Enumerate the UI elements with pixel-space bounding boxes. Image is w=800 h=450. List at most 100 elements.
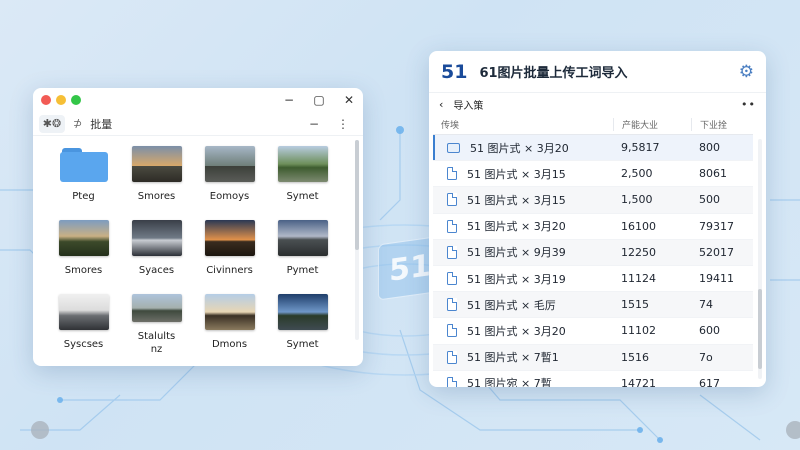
cell-speed: 74: [699, 298, 713, 312]
grid-item-label: Smores: [64, 265, 103, 276]
thumbnail-grid: Pteg Smores Eomoys Symet Smores Syaces C…: [47, 144, 347, 356]
right-scrollbar[interactable]: [758, 139, 762, 379]
grid-item-label: Symet: [286, 339, 319, 350]
close-button[interactable]: ✕: [343, 93, 355, 107]
table-row[interactable]: 51 图片式 × 3月20 16100 79317: [433, 214, 753, 240]
table-row[interactable]: 51 图片宛 × 7暫 14721 617: [433, 371, 753, 387]
cell-name: 51 图片式 × 3月20: [433, 218, 613, 234]
cell-size: 11124: [621, 272, 656, 286]
pin-icon[interactable]: ⊅: [73, 117, 82, 130]
grid-item-label: Pteg: [72, 191, 95, 202]
grid-item[interactable]: Dmons: [193, 292, 266, 356]
gear-icon[interactable]: ⚙: [739, 62, 754, 82]
left-toolbar: ✱❂ ⊅ 批量 − ⋮: [33, 112, 363, 136]
cell-size: 2,500: [621, 167, 653, 181]
window-controls: − ▢ ✕: [283, 93, 355, 107]
cell-speed: 19411: [699, 272, 734, 286]
image-thumbnail: [131, 220, 182, 256]
column-header-name[interactable]: 传埃: [433, 118, 613, 131]
file-icon: [447, 272, 457, 286]
cell-size: 11102: [621, 324, 656, 338]
table-row[interactable]: 51 图片式 × 毛厉 1515 74: [433, 292, 753, 319]
table-row[interactable]: 51 图片式 × 3月20 11102 600: [433, 318, 753, 345]
more-options-icon[interactable]: ••: [741, 98, 756, 111]
scrollbar-thumb[interactable]: [758, 289, 762, 369]
file-name: 51 图片式 × 3月15: [467, 193, 566, 207]
upload-header: 51 61图片批量上传工词导入 ⚙: [429, 51, 766, 93]
image-thumbnail: [277, 220, 328, 256]
file-icon: [447, 376, 457, 387]
table-row[interactable]: 51 图片式 × 9月39 12250 52017: [433, 239, 753, 266]
upload-window: 51 61图片批量上传工词导入 ⚙ ‹ 导入策 •• 传埃 产能大业 下业拴 5…: [429, 51, 766, 387]
device-thumbnail: [58, 294, 109, 330]
left-scrollbar[interactable]: [355, 140, 359, 340]
table-row[interactable]: 51 图片式 × 7暫1 1516 7o: [433, 344, 753, 371]
file-name: 51 图片式 × 3月15: [467, 167, 566, 181]
more-menu-icon[interactable]: ⋮: [337, 117, 349, 131]
image-browser-window: − ▢ ✕ ✱❂ ⊅ 批量 − ⋮ Pteg Smores Eomoys Sym…: [33, 88, 363, 366]
cell-speed: 8061: [699, 167, 727, 181]
subheader: ‹ 导入策 ••: [429, 93, 766, 115]
grid-item[interactable]: Eomoys: [193, 144, 266, 208]
app-icon-button[interactable]: ✱❂: [39, 114, 65, 133]
file-name: 51 图片式 × 3月20: [470, 141, 569, 155]
grid-item[interactable]: Syscses: [47, 292, 120, 356]
image-thumbnail: [277, 294, 328, 330]
cell-speed: 79317: [699, 219, 734, 233]
file-icon: [447, 219, 457, 233]
cell-size: 14721: [621, 376, 656, 387]
image-thumbnail: [131, 294, 182, 322]
file-name: 51 图片式 × 3月20: [467, 220, 566, 234]
collapse-button[interactable]: −: [309, 117, 319, 131]
grid-item[interactable]: Smores: [47, 218, 120, 282]
file-icon: [447, 298, 457, 312]
grid-item-label: Eomoys: [209, 191, 250, 202]
zoom-dot-button[interactable]: [71, 95, 81, 105]
image-thumbnail: [277, 146, 328, 182]
table-row[interactable]: 51 图片式 × 3月15 2,500 8061: [433, 161, 753, 188]
column-header-size[interactable]: 产能大业: [613, 118, 691, 131]
file-icon: [447, 167, 457, 181]
table-row[interactable]: 51 图片式 × 3月15 1,500 500: [433, 187, 753, 214]
grid-item[interactable]: Civinners: [193, 218, 266, 282]
close-dot-button[interactable]: [41, 95, 51, 105]
column-header-speed[interactable]: 下业拴: [691, 118, 753, 131]
grid-item[interactable]: Pymet: [266, 218, 339, 282]
table-row[interactable]: 51 图片式 × 3月19 11124 19411: [433, 266, 753, 293]
cell-speed: 500: [699, 193, 720, 207]
toolbar-label: 批量: [90, 117, 113, 131]
table-header: 传埃 产能大业 下业拴: [433, 115, 753, 135]
minimize-button[interactable]: −: [283, 93, 295, 107]
cell-speed: 800: [699, 141, 720, 155]
grid-item-label: Civinners: [206, 265, 253, 276]
file-icon: [447, 193, 457, 207]
image-thumbnail: [204, 294, 255, 330]
grid-item[interactable]: Symet: [266, 144, 339, 208]
grid-item-label: Symet: [286, 191, 319, 202]
grid-item-label: Syaces: [138, 265, 175, 276]
cell-name: 51 图片式 × 3月20: [433, 323, 613, 339]
grid-item[interactable]: Stalults nz: [120, 292, 193, 356]
cell-speed: 600: [699, 324, 720, 338]
grid-item[interactable]: Syaces: [120, 218, 193, 282]
left-window-titlebar: − ▢ ✕: [33, 88, 363, 112]
table-row[interactable]: 51 图片式 × 3月20 9,5817 800: [433, 135, 753, 162]
image-thumbnail: [204, 220, 255, 256]
file-name: 51 图片式 × 毛厉: [467, 298, 556, 312]
cell-speed: 7o: [699, 350, 713, 364]
image-thumbnail: [204, 146, 255, 182]
subheader-label: 导入策: [453, 100, 484, 112]
cell-size: 1,500: [621, 193, 653, 207]
scrollbar-thumb[interactable]: [355, 140, 359, 250]
folder-icon: [447, 142, 460, 153]
cell-name: 51 图片式 × 3月15: [433, 192, 613, 208]
grid-item-label: Smores: [137, 191, 176, 202]
minimize-dot-button[interactable]: [56, 95, 66, 105]
grid-item[interactable]: Symet: [266, 292, 339, 356]
grid-item[interactable]: Pteg: [47, 144, 120, 208]
grid-item[interactable]: Smores: [120, 144, 193, 208]
back-button[interactable]: ‹: [439, 98, 443, 111]
cell-name: 51 图片式 × 3月15: [433, 166, 613, 182]
window-title: 61图片批量上传工词导入: [479, 66, 628, 81]
maximize-button[interactable]: ▢: [313, 93, 325, 107]
